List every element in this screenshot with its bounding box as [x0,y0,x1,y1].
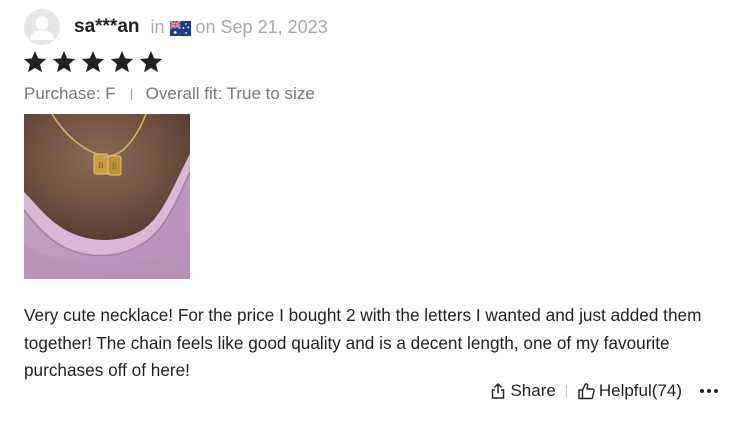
star-icon [139,50,163,73]
review-text: Very cute necklace! For the price I boug… [24,305,702,381]
divider [130,88,132,100]
svg-text:B: B [98,161,103,170]
share-label: Share [510,381,556,400]
divider [565,384,567,398]
more-icon [700,389,704,393]
review-header: sa***an in on Sep 21, 2023 [24,9,328,45]
share-button[interactable]: Share [489,381,556,401]
purchase-variant: Purchase: F [24,84,116,103]
star-icon [110,50,134,73]
purchase-details: Purchase: F Overall fit: True to size [24,84,315,104]
review-card: sa***an in on Sep 21, 2023 Purchase: F O… [0,0,742,426]
star-icon [23,50,47,73]
review-meta: in on Sep 21, 2023 [151,17,328,38]
more-icon-dot [707,389,711,393]
helpful-button[interactable]: Helpful(74) [577,381,682,401]
review-date: on Sep 21, 2023 [195,16,328,37]
avatar [24,9,60,45]
location-prefix: in [150,16,165,37]
review-actions: Share Helpful(74) [489,378,718,404]
overall-fit: Overall fit: True to size [145,84,315,103]
share-icon [492,383,505,399]
helpful-label: Helpful(74) [598,381,682,400]
star-icon [52,50,76,73]
thumbs-up-icon [578,383,595,400]
more-icon-dot [714,389,718,393]
username: sa***an [74,16,140,37]
star-rating [22,49,164,75]
australia-flag-icon [169,19,191,36]
default-user-icon [30,16,54,40]
review-photo[interactable]: B E [24,114,190,279]
more-options-button[interactable] [700,389,718,393]
svg-text:E: E [112,162,117,171]
star-icon [81,50,105,73]
